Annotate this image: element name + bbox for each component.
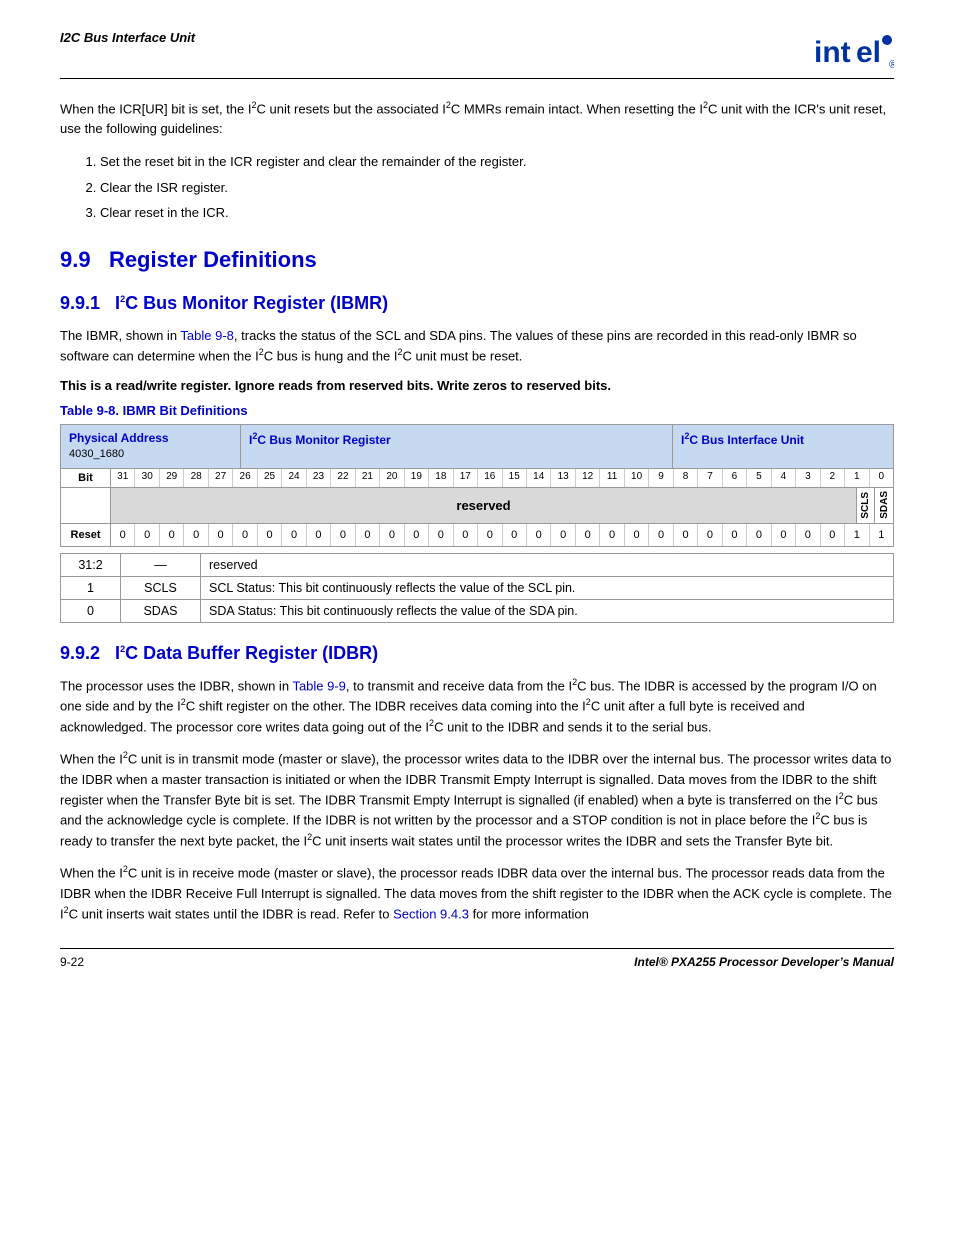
def-row-scls: 1 SCLS SCL Status: This bit continuously… (61, 576, 894, 599)
list-item-2: Clear the ISR register. (100, 178, 894, 198)
section-991-heading: 9.9.1 I2C Bus Monitor Register (IBMR) (60, 293, 894, 314)
sdas-field: SDAS (875, 488, 893, 523)
section-992-para3: When the I2C unit is in receive mode (ma… (60, 863, 894, 924)
reg-col3-header: I2C Bus Interface Unit (673, 425, 893, 467)
intro-para1: When the ICR[UR] bit is set, the I2C uni… (60, 99, 894, 138)
bit-numbers: 31 30 29 28 27 26 25 24 23 22 21 20 19 1… (111, 469, 893, 487)
scls-field: SCLS (857, 488, 875, 523)
reg-col1-header: Physical Address 4030_1680 (61, 425, 241, 467)
page-header: I2C Bus Interface Unit int el ® (60, 30, 894, 79)
reg-col2-header: I2C Bus Monitor Register (241, 425, 673, 467)
svg-text:el: el (856, 36, 881, 69)
def-row-reserved: 31:2 — reserved (61, 553, 894, 576)
reset-label: Reset (61, 524, 111, 546)
intel-logo: int el ® (814, 30, 894, 70)
intel-logo-svg: int el ® (814, 30, 894, 70)
table-991-title: Table 9-8. IBMR Bit Definitions (60, 403, 894, 418)
svg-text:®: ® (889, 59, 894, 70)
ibmr-def-table: 31:2 — reserved 1 SCLS SCL Status: This … (60, 553, 894, 623)
footer-doc-title: Intel® PXA255 Processor Developer’s Manu… (634, 955, 894, 969)
header-title: I2C Bus Interface Unit (60, 30, 195, 45)
footer-page-num: 9-22 (60, 955, 84, 969)
section-992-para1: The processor uses the IDBR, shown in Ta… (60, 676, 894, 737)
def-row-sdas: 0 SDAS SDA Status: This bit continuously… (61, 599, 894, 622)
intro-list: Set the reset bit in the ICR register an… (100, 152, 894, 223)
reset-values: 0 0 0 0 0 0 0 0 0 0 0 0 0 0 0 0 0 0 0 0 (111, 524, 893, 546)
reset-row: Reset 0 0 0 0 0 0 0 0 0 0 0 0 0 0 0 0 0 … (61, 524, 893, 546)
section-99-heading: 9.9 Register Definitions (60, 247, 894, 273)
fields-row: reserved SCLS SDAS (61, 488, 893, 524)
bit-numbers-row: Bit 31 30 29 28 27 26 25 24 23 22 21 20 … (61, 469, 893, 488)
list-item-1: Set the reset bit in the ICR register an… (100, 152, 894, 172)
section-991-bold-note: This is a read/write register. Ignore re… (60, 378, 894, 393)
reserved-field: reserved (111, 488, 857, 523)
section-991-para1: The IBMR, shown in Table 9-8, tracks the… (60, 326, 894, 367)
section-992-heading: 9.9.2 I2C Data Buffer Register (IDBR) (60, 643, 894, 664)
ibmr-register-table: Physical Address 4030_1680 I2C Bus Monit… (60, 424, 894, 546)
list-item-3: Clear reset in the ICR. (100, 203, 894, 223)
page-footer: 9-22 Intel® PXA255 Processor Developer’s… (60, 948, 894, 969)
reg-top-header: Physical Address 4030_1680 I2C Bus Monit… (61, 425, 893, 468)
section-992-para2: When the I2C unit is in transmit mode (m… (60, 749, 894, 851)
bit-label: Bit (61, 469, 111, 487)
svg-text:int: int (814, 36, 851, 69)
